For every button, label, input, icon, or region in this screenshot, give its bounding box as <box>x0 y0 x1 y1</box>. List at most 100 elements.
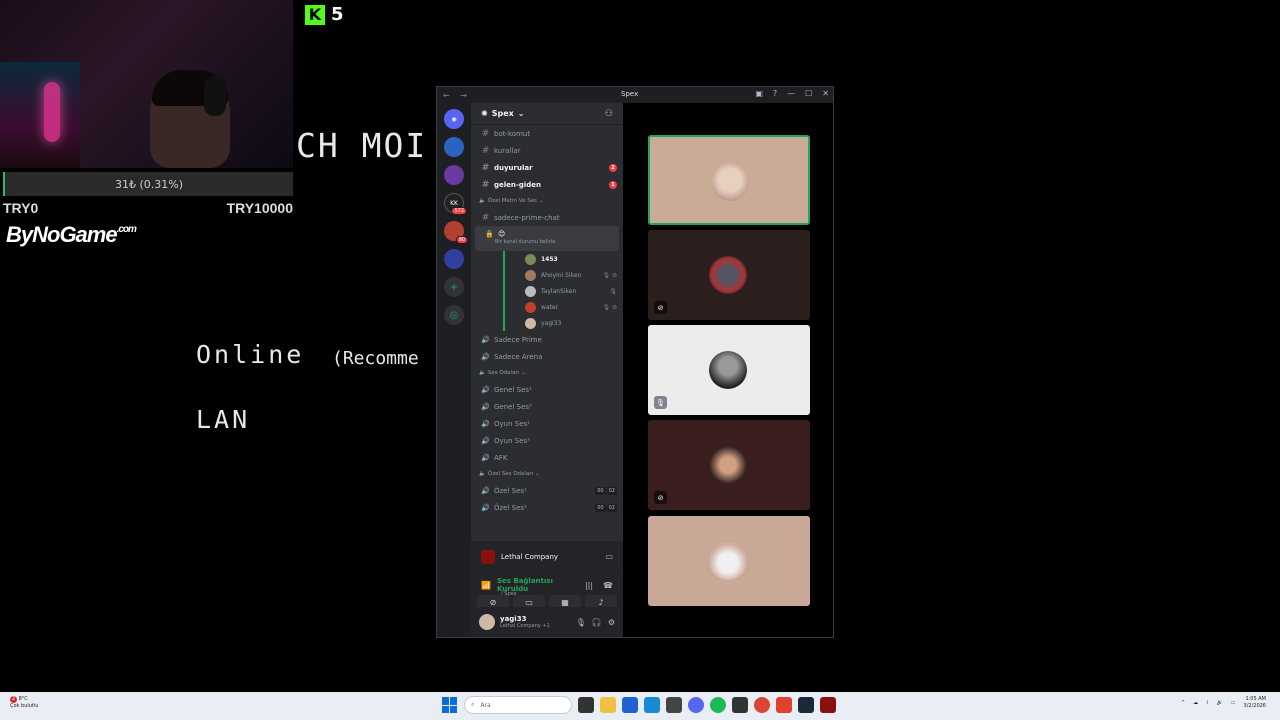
menu-lan[interactable]: LAN <box>196 405 250 434</box>
search-input[interactable]: ⌕ Ara <box>464 696 572 714</box>
user-limit: 00 02 <box>595 503 617 512</box>
server-icon[interactable] <box>444 165 464 185</box>
avatar[interactable] <box>479 614 495 630</box>
lethal-company-icon[interactable] <box>820 697 836 713</box>
voice-channel[interactable]: 🔊 Özel Ses² 00 02 <box>471 499 623 516</box>
file-explorer-icon[interactable] <box>600 697 616 713</box>
voice-member[interactable]: water 🎙 ⊘ <box>505 299 623 315</box>
discord-icon[interactable] <box>688 697 704 713</box>
app-icon[interactable] <box>732 697 748 713</box>
video-tile[interactable]: 🎙 <box>648 325 810 415</box>
channel-duyurular[interactable]: # duyurular 2 <box>471 159 623 176</box>
pc-rig-image <box>0 62 80 168</box>
voice-channel-sadece-prime[interactable]: 🔊 Sadece Prime <box>471 331 623 348</box>
server-icon[interactable] <box>444 137 464 157</box>
windows-start-icon[interactable] <box>442 697 458 713</box>
goal-max: TRY10000 <box>226 200 293 216</box>
game-title: CH MOI <box>296 126 428 165</box>
activity-share-icon[interactable]: ▭ <box>605 552 613 561</box>
server-icon[interactable]: 90 <box>444 221 468 244</box>
close-button[interactable]: ✕ <box>822 89 829 98</box>
steam-icon[interactable] <box>798 697 814 713</box>
category-private-voice[interactable]: 🔈 Özel Ses Odaları ⌄ <box>471 466 623 482</box>
edge-icon[interactable] <box>622 697 638 713</box>
explore-icon[interactable]: ◎ <box>444 305 464 325</box>
donation-goal-bar: 31₺ (0.31%) <box>3 172 293 196</box>
channel-sadece-prime-chat[interactable]: # sadece-prime-chat <box>471 209 623 226</box>
add-server-icon[interactable]: + <box>444 277 464 297</box>
voice-channel-afk[interactable]: 🔊 AFK <box>471 449 623 466</box>
app-icon[interactable] <box>644 697 660 713</box>
microphone-icon[interactable]: 🎙 <box>576 618 586 627</box>
clock[interactable]: 1:05 AM 3/2/2026 <box>1244 696 1266 710</box>
deafened-icon: ⊘ <box>654 301 667 314</box>
voice-member[interactable]: TaylanSiken 🎙 <box>505 283 623 299</box>
voice-status-setter[interactable]: Bir kanal durumu belirle <box>475 239 619 247</box>
avatar <box>525 269 536 281</box>
speaker-icon: 🔈 <box>479 198 486 204</box>
discord-home-icon[interactable]: ◉ <box>444 109 464 129</box>
server-icon-kk[interactable]: KK 572 <box>444 193 467 215</box>
title-bar: ← → Spex ▣ ? — ☐ ✕ <box>437 87 833 103</box>
weather-widget[interactable]: 2 8°C Çok bulutlu <box>10 696 38 710</box>
volume-icon[interactable]: 🔊 <box>1217 700 1223 706</box>
speaker-icon: 🔊 <box>481 335 490 344</box>
voice-channel[interactable]: 🔊 Genel Ses² <box>471 398 623 415</box>
avatar <box>525 317 536 329</box>
video-tile[interactable] <box>648 135 810 225</box>
video-tile[interactable] <box>648 516 810 606</box>
network-icon[interactable]: ⌇ <box>1206 700 1208 706</box>
server-header[interactable]: ✺ Spex ⌄ ⚇ <box>471 103 623 125</box>
user-name: yagi33 <box>500 615 527 623</box>
noise-suppression-icon[interactable]: ||| <box>585 581 593 590</box>
nav-arrows-icon[interactable]: ← → <box>443 91 471 100</box>
headphones-icon[interactable]: 🎧 <box>592 618 602 627</box>
cloud-icon[interactable]: ☁ <box>1193 700 1198 706</box>
app-icon[interactable] <box>776 697 792 713</box>
chrome-icon[interactable] <box>754 697 770 713</box>
voice-member[interactable]: yagi33 <box>505 315 623 331</box>
hash-icon: # <box>481 212 490 223</box>
speaker-icon: 🔊 <box>481 385 490 394</box>
user-status: Lethal Company +1 <box>500 623 550 629</box>
video-tile[interactable]: ⊘ <box>648 420 810 510</box>
avatar <box>525 301 536 313</box>
channel-kurallar[interactable]: # kurallar <box>471 142 623 159</box>
hash-icon: # <box>481 128 490 139</box>
voice-channel[interactable]: 🔊 Oyun Ses¹ <box>471 415 623 432</box>
category-private[interactable]: 🔈 Özel Metin Ve Ses ⌄ <box>471 193 623 209</box>
voice-channel[interactable]: 🔊 Oyun Ses² <box>471 432 623 449</box>
app-icon[interactable] <box>666 697 682 713</box>
disconnect-icon[interactable]: ☎ <box>603 581 613 590</box>
voice-channel[interactable]: 🔊 Özel Ses¹ 00 02 <box>471 482 623 499</box>
task-view-icon[interactable] <box>578 697 594 713</box>
minimize-button[interactable]: — <box>787 89 795 98</box>
active-voice-channel[interactable]: 🔒 😊 Bir kanal durumu belirle <box>475 226 619 251</box>
activity-panel[interactable]: Lethal Company ▭ <box>471 541 623 573</box>
category-voice[interactable]: 🔈 Ses Odaları ⌄ <box>471 365 623 381</box>
server-icon[interactable] <box>444 249 464 269</box>
help-icon[interactable]: ? <box>773 89 777 98</box>
menu-online[interactable]: Online <box>196 340 304 369</box>
taskbar: 2 8°C Çok bulutlu ⌕ Ara ^ ☁ ⌇ 🔊 ▭ 1:05 A… <box>0 692 1280 720</box>
video-tile[interactable]: ⊘ <box>648 230 810 320</box>
channel-gelen-giden[interactable]: # gelen-giden 1 <box>471 176 623 193</box>
mention-badge: 2 <box>609 163 617 172</box>
avatar <box>525 285 536 297</box>
spotify-icon[interactable] <box>710 697 726 713</box>
voice-channel-sadece-arena[interactable]: 🔊 Sadece Arena <box>471 348 623 365</box>
maximize-button[interactable]: ☐ <box>805 89 812 98</box>
gear-icon[interactable]: ⚙ <box>608 618 615 627</box>
battery-icon[interactable]: ▭ <box>1231 700 1236 706</box>
inbox-icon[interactable]: ▣ <box>755 89 763 98</box>
channel-bot-komut[interactable]: # bot-komut <box>471 125 623 142</box>
avatar <box>709 542 747 580</box>
chevron-up-icon[interactable]: ^ <box>1181 700 1185 706</box>
voice-member[interactable]: Ahoyini Siken 🎙 ⊘ <box>505 267 623 283</box>
muted-deafened-icon: 🎙 ⊘ <box>602 271 617 279</box>
voice-channel[interactable]: 🔊 Genel Ses¹ <box>471 381 623 398</box>
voice-member[interactable]: 1453 <box>505 251 623 267</box>
window-title: Spex <box>621 90 639 98</box>
kick-follower-widget: K 5 <box>305 4 344 25</box>
add-member-icon[interactable]: ⚇ <box>605 109 613 119</box>
